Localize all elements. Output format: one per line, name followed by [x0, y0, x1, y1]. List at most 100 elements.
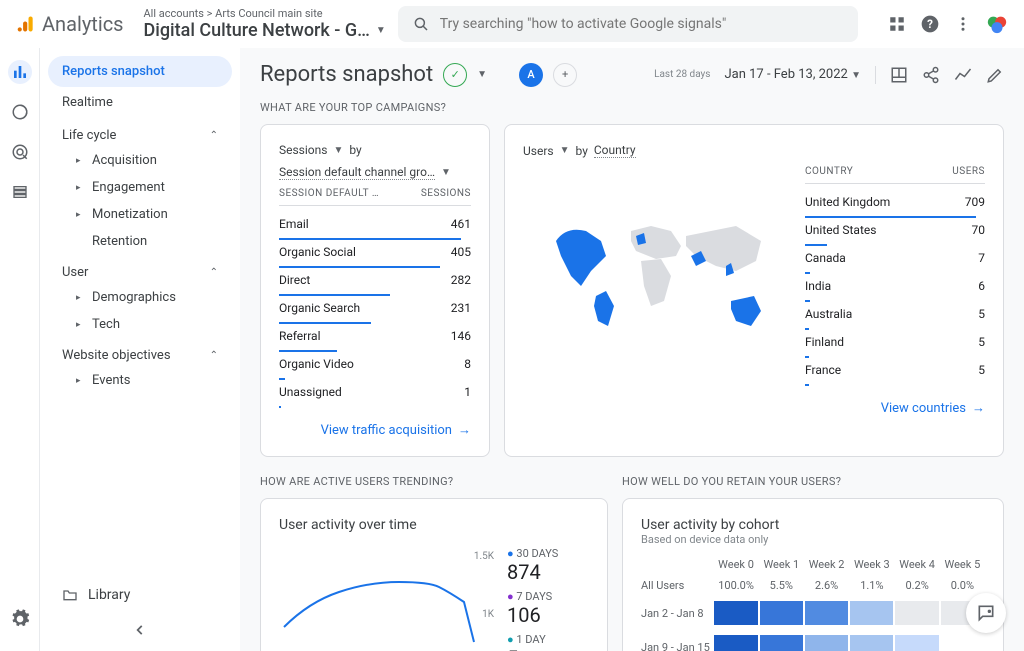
metric-7 DAYS: ● 7 DAYS106: [507, 590, 589, 627]
chevron-up-icon: ⌃: [210, 350, 218, 361]
search-input[interactable]: [440, 16, 844, 32]
view-countries-link[interactable]: View countries→: [523, 400, 985, 416]
metric-1 DAY: ● 1 DAY5: [507, 633, 589, 651]
dimension-picker[interactable]: Country: [594, 143, 636, 158]
sidebar-item-retention[interactable]: Retention: [48, 228, 232, 255]
world-map[interactable]: [523, 166, 789, 386]
edit-icon[interactable]: [986, 66, 1004, 84]
sidebar-item-realtime[interactable]: Realtime: [48, 87, 232, 118]
apps-icon[interactable]: [888, 15, 906, 33]
audience-pill[interactable]: A: [519, 63, 543, 87]
card-title: User activity over time: [279, 517, 589, 533]
sidebar-library[interactable]: Library: [48, 573, 232, 617]
cohort-row: Jan 9 - Jan 15: [641, 630, 985, 651]
sidebar-item-events[interactable]: ▸Events: [48, 367, 232, 394]
users-map-card: Users▼ by Country: [504, 124, 1004, 457]
campaigns-card: Sessions▼ by Session default channel gro…: [260, 124, 490, 457]
sidebar-collapse[interactable]: [48, 617, 232, 643]
table-row[interactable]: Australia5: [805, 302, 985, 330]
table-row[interactable]: India6: [805, 274, 985, 302]
section-campaigns-title: WHAT ARE YOUR TOP CAMPAIGNS?: [260, 101, 1004, 114]
page-title: Reports snapshot: [260, 62, 433, 87]
section-trending-title: HOW ARE ACTIVE USERS TRENDING?: [260, 475, 608, 488]
table-row[interactable]: United States70: [805, 218, 985, 246]
folder-icon: [62, 587, 78, 603]
share-icon[interactable]: [922, 66, 940, 84]
table-row[interactable]: United Kingdom709: [805, 190, 985, 218]
view-traffic-link[interactable]: View traffic acquisition→: [279, 422, 471, 438]
table-row[interactable]: Organic Social405: [279, 240, 471, 268]
date-range-picker[interactable]: Jan 17 - Feb 13, 2022 ▼: [724, 67, 861, 82]
sidebar-item-reports-snapshot[interactable]: Reports snapshot: [48, 56, 232, 87]
sidebar-group-life-cycle[interactable]: Life cycle⌃: [48, 118, 232, 147]
avatar-icon[interactable]: [986, 13, 1008, 35]
caret-right-icon: ▸: [76, 320, 84, 330]
svg-text:1.5K: 1.5K: [474, 551, 495, 562]
status-check-icon[interactable]: ✓: [443, 63, 467, 87]
line-chart[interactable]: 1.5K 1K: [279, 547, 499, 651]
add-comparison-button[interactable]: +: [553, 63, 577, 87]
svg-text:1K: 1K: [482, 609, 495, 620]
chevron-left-icon: [133, 623, 147, 637]
cohort-row: Jan 2 - Jan 8: [641, 596, 985, 630]
help-icon[interactable]: ?: [920, 14, 940, 34]
settings-button[interactable]: [10, 609, 30, 633]
rail-explore-icon[interactable]: [8, 100, 32, 124]
customize-icon[interactable]: [890, 66, 908, 84]
more-vert-icon[interactable]: [954, 15, 972, 33]
sidebar-item-monetization[interactable]: ▸Monetization: [48, 201, 232, 228]
search-icon: [412, 15, 430, 33]
logo[interactable]: Analytics: [16, 12, 124, 36]
logo-text: Analytics: [42, 12, 124, 36]
map-icon: [536, 201, 776, 351]
chevron-down-icon[interactable]: ▼: [477, 69, 487, 80]
page-header: Reports snapshot ✓ ▼ A + Last 28 days Ja…: [260, 62, 1004, 87]
table-row[interactable]: Organic Search231: [279, 296, 471, 324]
main: Reports snapshot Realtime Life cycle⌃▸Ac…: [0, 48, 1024, 651]
rail-configure-icon[interactable]: [8, 180, 32, 204]
metric-30 DAYS: ● 30 DAYS874: [507, 547, 589, 584]
rail-reports-icon[interactable]: [8, 60, 32, 84]
chevron-down-icon: ▼: [376, 25, 386, 36]
table-row[interactable]: Referral146: [279, 324, 471, 352]
caret-right-icon: ▸: [76, 376, 84, 386]
table-row[interactable]: Unassigned1: [279, 380, 471, 408]
dimension-picker[interactable]: Session default channel gro…: [279, 165, 435, 180]
svg-text:?: ?: [927, 17, 933, 31]
chevron-up-icon: ⌃: [210, 267, 218, 278]
property-name: Digital Culture Network - G… ▼: [144, 20, 386, 41]
content: Reports snapshot ✓ ▼ A + Last 28 days Ja…: [240, 48, 1024, 651]
chat-icon: [976, 603, 996, 623]
chevron-up-icon: ⌃: [210, 130, 218, 141]
table-row[interactable]: Canada7: [805, 246, 985, 274]
table-row[interactable]: France5: [805, 358, 985, 386]
feedback-button[interactable]: [966, 593, 1006, 633]
metric-picker[interactable]: Users: [523, 144, 554, 158]
top-icons: ?: [888, 13, 1008, 35]
sidebar-item-demographics[interactable]: ▸Demographics: [48, 284, 232, 311]
trending-card: User activity over time 1.5K 1K ● 30 DAY…: [260, 498, 608, 651]
insights-icon[interactable]: [954, 66, 972, 84]
sidebar-group-user[interactable]: User⌃: [48, 255, 232, 284]
cohort-card: User activity by cohort Based on device …: [622, 498, 1004, 651]
table-row[interactable]: Finland5: [805, 330, 985, 358]
sidebar-item-tech[interactable]: ▸Tech: [48, 311, 232, 338]
caret-right-icon: ▸: [76, 210, 84, 220]
metric-picker[interactable]: Sessions: [279, 143, 327, 157]
card-title: User activity by cohort: [641, 517, 985, 533]
nav-rail: [0, 48, 40, 651]
sidebar-group-website-objectives[interactable]: Website objectives⌃: [48, 338, 232, 367]
caret-right-icon: ▸: [76, 183, 84, 193]
rail-advertising-icon[interactable]: [8, 140, 32, 164]
sidebar-item-acquisition[interactable]: ▸Acquisition: [48, 147, 232, 174]
table-row[interactable]: Email461: [279, 212, 471, 240]
search-box[interactable]: [398, 6, 858, 42]
table-row[interactable]: Direct282: [279, 268, 471, 296]
caret-right-icon: ▸: [76, 156, 84, 166]
breadcrumb: All accounts > Arts Council main site: [144, 7, 386, 20]
account-picker[interactable]: All accounts > Arts Council main site Di…: [144, 7, 386, 41]
sidebar-item-engagement[interactable]: ▸Engagement: [48, 174, 232, 201]
table-row[interactable]: Organic Video8: [279, 352, 471, 380]
top-bar: Analytics All accounts > Arts Council ma…: [0, 0, 1024, 48]
gear-icon: [10, 609, 30, 629]
